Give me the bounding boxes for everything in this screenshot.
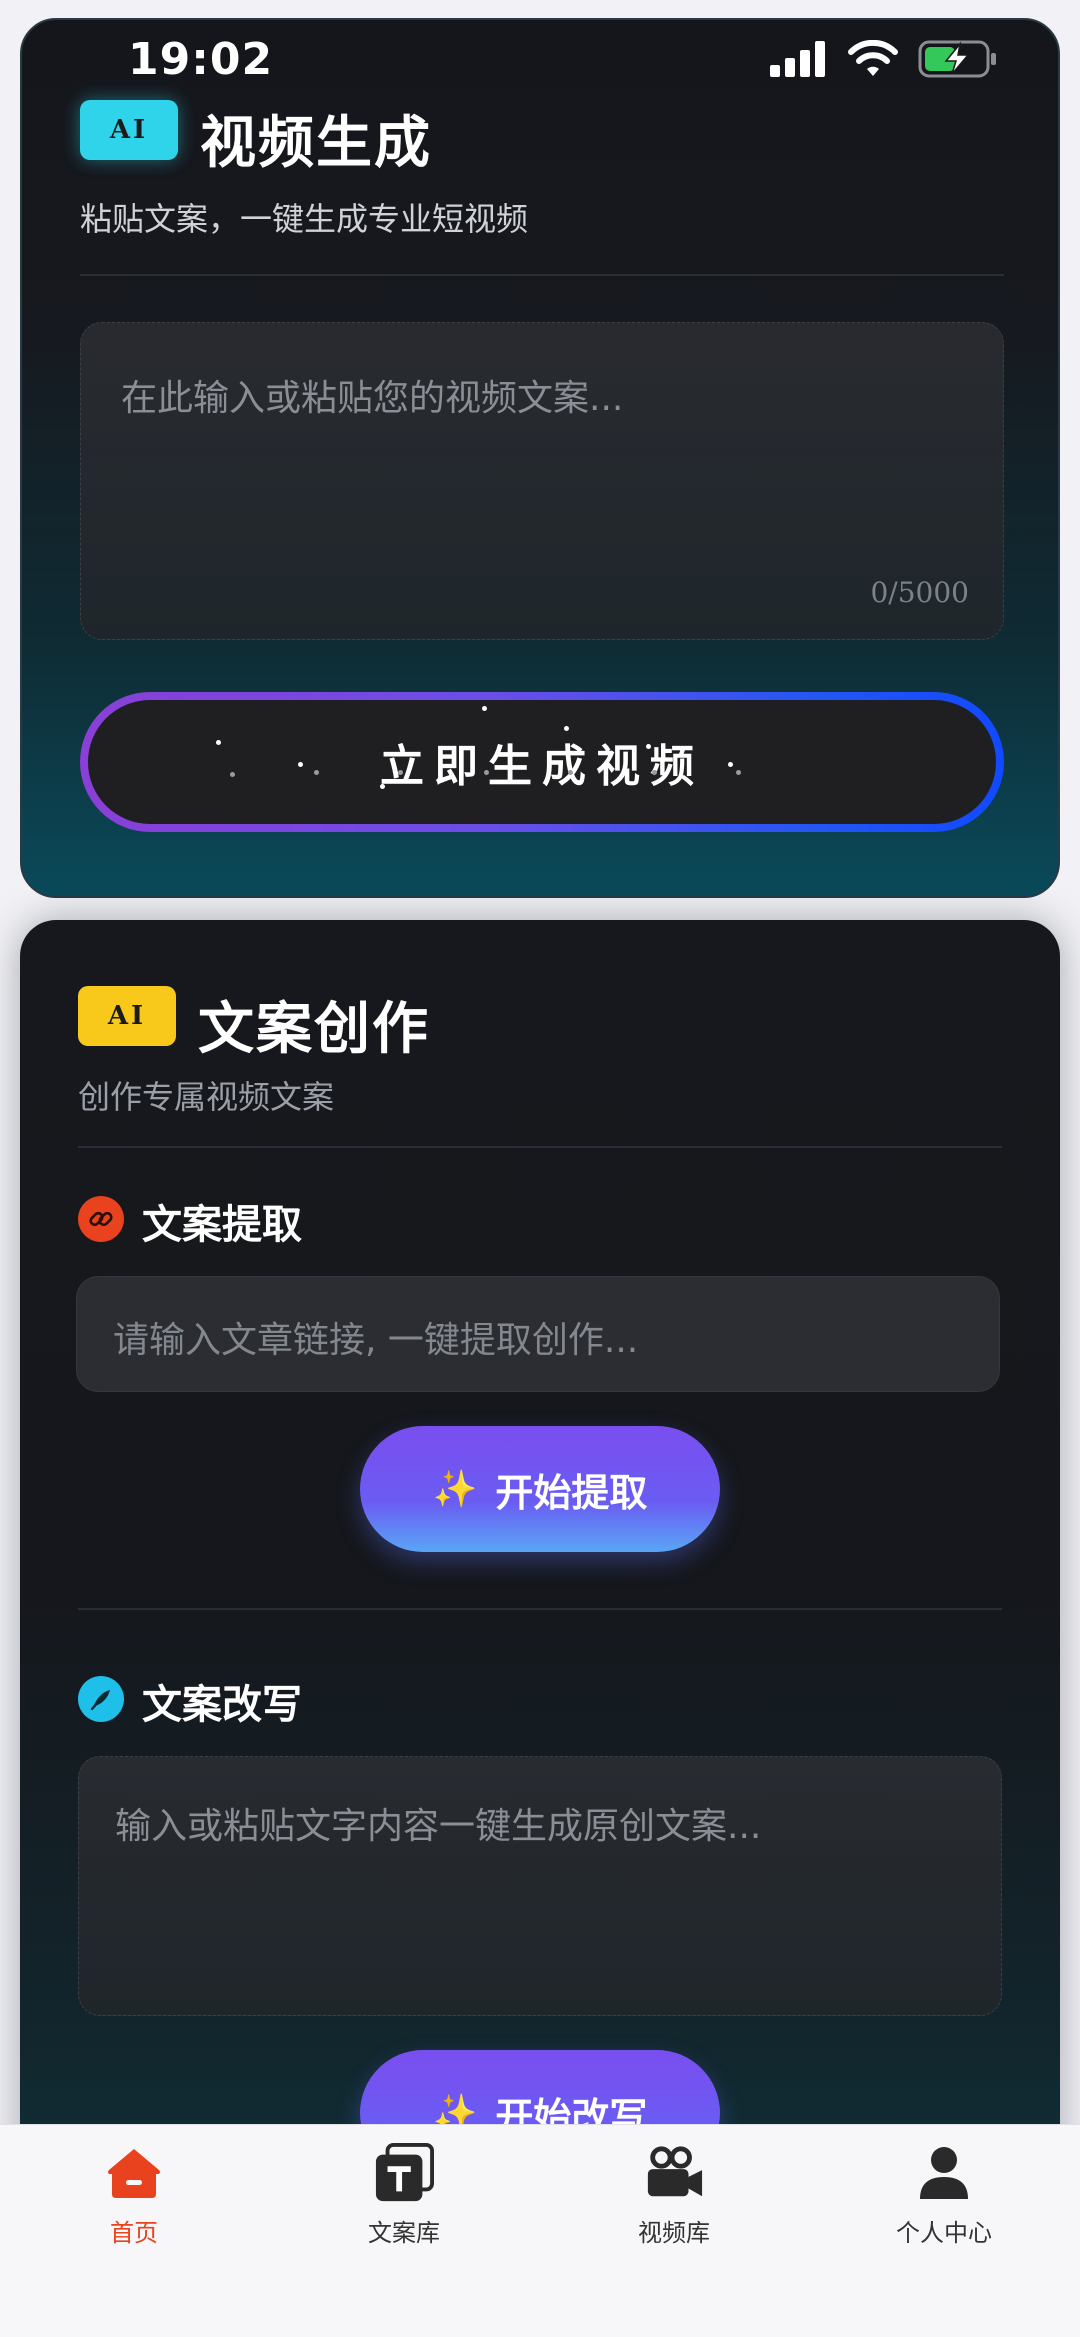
rewrite-placeholder: 输入或粘贴文字内容一键生成原创文案... [115, 1806, 762, 1847]
tab-profile-label: 个人中心 [896, 2219, 992, 2247]
sparkle-dot [230, 772, 235, 777]
feather-pen-icon [78, 1676, 124, 1722]
tab-text-library-label: 文案库 [368, 2219, 440, 2247]
home-icon [104, 2143, 164, 2203]
generate-video-button[interactable]: 立即生成视频 [80, 692, 1004, 832]
sparkle-dot [728, 762, 733, 767]
sparkle-dot [298, 762, 303, 767]
wifi-icon [848, 40, 898, 76]
sparkle-dot [568, 770, 573, 775]
video-camera-icon [644, 2143, 704, 2203]
status-icons [770, 40, 998, 78]
sparkle-dot [482, 706, 487, 711]
link-icon [78, 1196, 124, 1242]
card-title: 文案创作 [198, 997, 430, 1062]
divider [80, 274, 1004, 276]
sparkle-dot [484, 770, 489, 775]
sparkle-dot [314, 770, 319, 775]
sparkle-dot [380, 784, 385, 789]
sparkle-dot [398, 770, 403, 775]
person-icon [914, 2143, 974, 2203]
status-bar: 19:02 [0, 0, 1080, 120]
sparkle-dot [652, 770, 657, 775]
article-link-input[interactable]: 请输入文章链接, 一键提取创作... [76, 1276, 1000, 1392]
tab-home-label: 首页 [110, 2219, 158, 2247]
rewrite-section-label: 文案改写 [142, 1682, 302, 1728]
start-extract-label: 开始提取 [495, 1470, 648, 1515]
sparkle-dot [216, 740, 221, 745]
extract-section-label: 文案提取 [142, 1202, 302, 1248]
bottom-tab-bar: 首页 文案库 视频库 个人中心 [0, 2124, 1080, 2337]
status-time: 19:02 [128, 34, 274, 85]
generate-video-button-inner: 立即生成视频 [88, 700, 996, 824]
divider [78, 1146, 1002, 1148]
sparkles-icon: ✨ [432, 1469, 478, 1510]
text-library-icon [374, 2143, 434, 2203]
battery-charging-icon [918, 40, 996, 78]
tab-video-library-label: 视频库 [638, 2219, 710, 2247]
sparkle-dot [564, 726, 569, 731]
char-counter: 0/5000 [870, 576, 969, 609]
card-subtitle: 创作专属视频文案 [78, 1078, 335, 1116]
link-input-placeholder: 请输入文章链接, 一键提取创作... [113, 1320, 639, 1361]
sparkle-dot [646, 744, 651, 749]
textarea-placeholder: 在此输入或粘贴您的视频文案... [121, 378, 624, 419]
sparkle-dot [736, 770, 741, 775]
generate-video-label: 立即生成视频 [380, 741, 704, 792]
script-textarea[interactable]: 在此输入或粘贴您的视频文案... 0/5000 [80, 322, 1004, 640]
tab-video-library[interactable]: 视频库 [574, 2143, 774, 2253]
video-generation-card: AI 视频生成 粘贴文案，一键生成专业短视频 在此输入或粘贴您的视频文案... … [20, 18, 1060, 898]
divider [78, 1608, 1002, 1610]
signal-icon [770, 41, 825, 77]
start-extract-button[interactable]: ✨ 开始提取 [360, 1426, 720, 1552]
card-subtitle: 粘贴文案，一键生成专业短视频 [80, 200, 529, 238]
tab-profile[interactable]: 个人中心 [844, 2143, 1044, 2253]
tab-home[interactable]: 首页 [34, 2143, 234, 2253]
app-screen: 19:02 AI 视频生成 粘贴文案，一键生成专业短视频 在此输入或粘贴您的视频… [0, 0, 1080, 2337]
tab-text-library[interactable]: 文案库 [304, 2143, 504, 2253]
rewrite-textarea[interactable]: 输入或粘贴文字内容一键生成原创文案... [78, 1756, 1002, 2016]
ai-badge: AI [78, 986, 176, 1046]
